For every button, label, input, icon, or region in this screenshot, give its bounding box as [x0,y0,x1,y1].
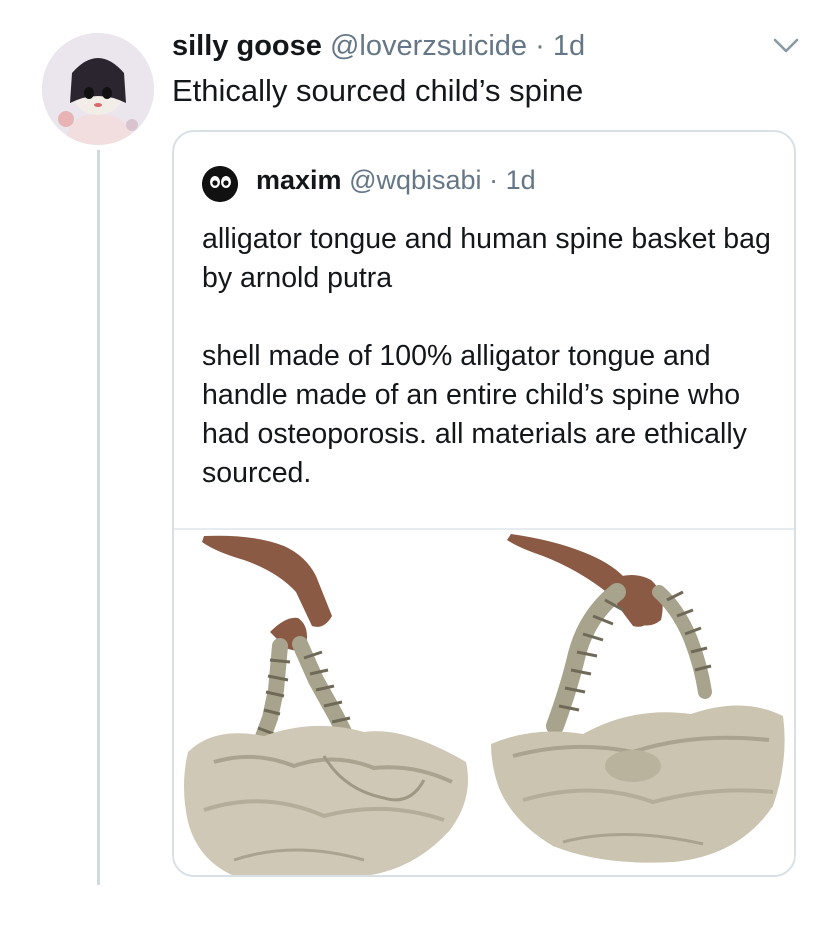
quoted-user-handle[interactable]: @wqbisabi [349,165,481,195]
tweet-header: silly goose @loverzsuicide · 1d [172,28,585,64]
separator-dot: · [535,30,545,62]
media-grid [174,528,794,875]
quoted-paragraph-1: alligator tongue and human spine basket … [202,223,771,294]
quoted-paragraph-2: shell made of 100% alligator tongue and … [202,340,747,489]
quoted-tweet-text: alligator tongue and human spine basket … [202,220,772,493]
timestamp[interactable]: 1d [553,30,585,62]
bag-photo-icon [482,530,794,875]
quoted-separator-dot: · [489,165,499,195]
quoted-tweet-header: maxim @wqbisabi · 1d [256,162,536,198]
quoted-user-avatar-icon[interactable] [202,166,238,202]
chevron-down-icon[interactable] [772,36,800,56]
bag-photo-icon [174,530,480,875]
quoted-tweet-card[interactable]: maxim @wqbisabi · 1d alligator tongue an… [172,130,796,877]
quoted-avatar-image [202,166,238,202]
media-image-1[interactable] [174,530,480,875]
display-name[interactable]: silly goose [172,30,322,62]
quoted-display-name[interactable]: maxim [256,165,342,195]
media-image-2[interactable] [479,530,794,875]
user-handle[interactable]: @loverzsuicide [330,30,527,62]
thread-line [97,150,100,885]
tweet-text: Ethically sourced child’s spine [172,73,584,108]
user-avatar-icon[interactable] [42,33,154,145]
avatar-image [42,33,154,145]
quoted-timestamp[interactable]: 1d [506,165,536,195]
